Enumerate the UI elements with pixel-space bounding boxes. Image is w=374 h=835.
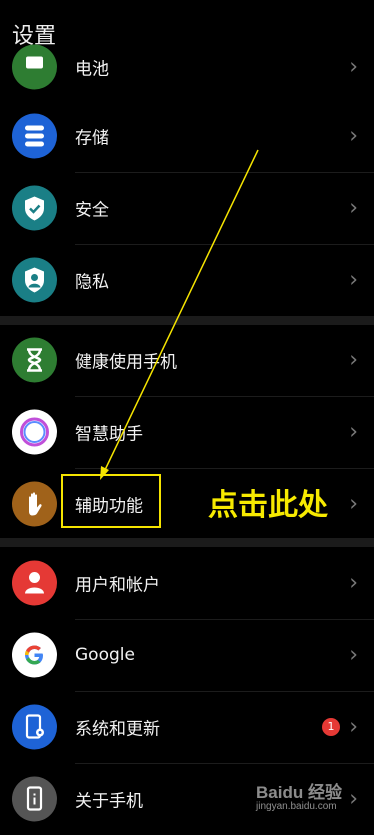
watermark-brand: Baidu 经验: [256, 783, 342, 802]
watermark: Baidu 经验 jingyan.baidu.com: [256, 778, 342, 812]
annotation-callout: 点击此处: [208, 488, 328, 523]
highlight-box: [61, 474, 161, 528]
annotation-arrow: [100, 149, 259, 480]
watermark-url: jingyan.baidu.com: [256, 801, 337, 812]
